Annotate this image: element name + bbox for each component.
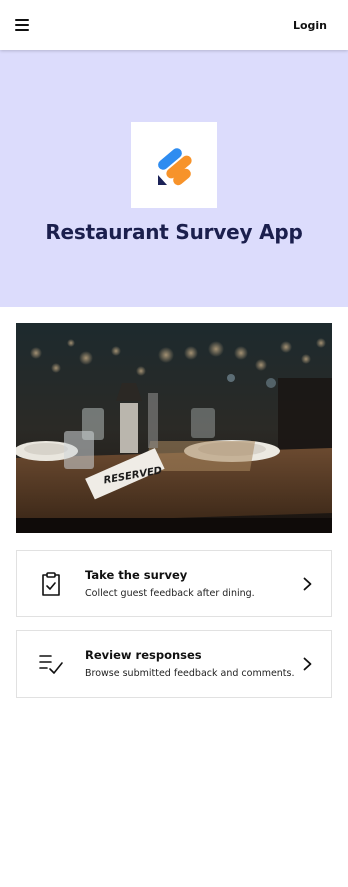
review-responses-card[interactable]: Review responses Browse submitted feedba… bbox=[16, 630, 332, 698]
chevron-right-icon bbox=[303, 657, 312, 671]
take-survey-card[interactable]: Take the survey Collect guest feedback a… bbox=[16, 550, 332, 617]
hamburger-menu-icon[interactable] bbox=[15, 19, 29, 31]
chevron-right-icon bbox=[303, 577, 312, 590]
card-description: Collect guest feedback after dining. bbox=[85, 587, 255, 599]
restaurant-photo: RESERVED bbox=[16, 323, 332, 533]
clipboard-check-icon bbox=[17, 551, 85, 616]
app-logo bbox=[131, 122, 217, 208]
card-title: Review responses bbox=[85, 648, 202, 662]
card-title: Take the survey bbox=[85, 567, 188, 582]
app-title: Restaurant Survey App bbox=[45, 220, 303, 244]
list-check-icon bbox=[17, 631, 85, 697]
hero-section: Restaurant Survey App bbox=[0, 50, 348, 307]
card-description: Browse submitted feedback and comments. bbox=[85, 668, 295, 679]
login-button[interactable]: Login bbox=[293, 19, 327, 32]
top-bar: Login bbox=[0, 0, 348, 50]
